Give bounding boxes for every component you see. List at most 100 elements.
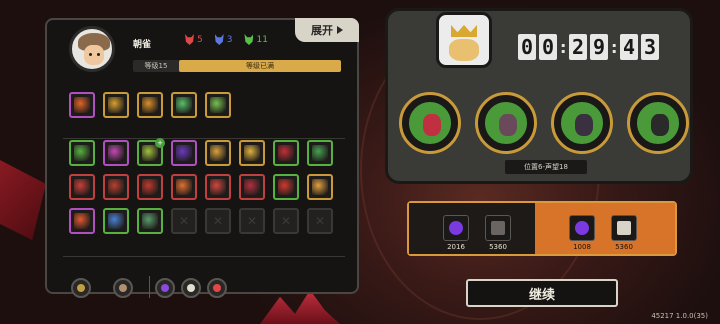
golden-claw-icon	[108, 97, 124, 113]
potion-icon[interactable]	[181, 278, 201, 298]
separator	[149, 276, 150, 298]
glasses-man-icon-face	[651, 114, 669, 136]
glasses-man-icon	[635, 100, 681, 146]
version-label: 45217 1.0.0(35)	[651, 312, 708, 320]
empty-slot[interactable]: ✕	[239, 208, 265, 234]
skill-slot[interactable]	[103, 140, 129, 166]
purple-cloak-icon	[176, 145, 192, 161]
empty-slot[interactable]: ✕	[273, 208, 299, 234]
skill-slot[interactable]	[205, 140, 231, 166]
stat-value: 3	[226, 34, 233, 45]
empty-slot-icon: ✕	[314, 214, 326, 228]
reward-options: 2016 5360 1008 5360	[407, 201, 677, 256]
red-warrior-icon	[142, 179, 158, 195]
timer-digit: 3	[641, 34, 659, 60]
timer-colon: :	[611, 37, 618, 57]
spark-burst-icon	[244, 145, 260, 161]
empty-slot-icon: ✕	[246, 214, 258, 228]
enemy-slot[interactable]	[475, 92, 537, 154]
position-label: 位置6-声望18	[505, 160, 587, 174]
fire-dash-icon	[74, 213, 90, 229]
red-mask-icon	[185, 34, 194, 45]
reward-value: 5360	[615, 243, 633, 251]
vortex-icon-glyph	[161, 284, 169, 292]
vortex-icon[interactable]	[155, 278, 175, 298]
empty-slot[interactable]: ✕	[205, 208, 231, 234]
reward-value: 2016	[447, 243, 465, 251]
relic-slot[interactable]	[103, 92, 129, 118]
fire-slash-icon	[176, 179, 192, 195]
insect-enemy-icon-face	[423, 114, 441, 136]
sun-fan-icon	[312, 179, 328, 195]
expand-button[interactable]: 展开	[295, 18, 359, 42]
flame-gauntlet-icon	[74, 97, 90, 113]
player-avatar[interactable]	[69, 26, 115, 72]
empty-slot-icon: ✕	[280, 214, 292, 228]
crown-icon	[451, 25, 477, 37]
relic-slot[interactable]	[69, 92, 95, 118]
skill-slot[interactable]	[137, 174, 163, 200]
green-blade-icon	[74, 145, 90, 161]
king-portrait-icon	[449, 39, 479, 61]
reward-option-right[interactable]: 1008 5360	[535, 203, 675, 254]
continue-button[interactable]: 继续	[466, 279, 618, 307]
boss-portrait[interactable]	[436, 12, 492, 68]
expand-label: 展开	[311, 24, 333, 37]
stat-value: 5	[197, 34, 203, 45]
target-ring-icon[interactable]	[71, 278, 91, 298]
skill-slot[interactable]	[69, 140, 95, 166]
relic-slot[interactable]	[205, 92, 231, 118]
skill-slot[interactable]	[273, 174, 299, 200]
relic-slot[interactable]	[137, 92, 163, 118]
skill-slot[interactable]	[103, 174, 129, 200]
skill-slot[interactable]	[239, 174, 265, 200]
crimson-claw-icon	[244, 179, 260, 195]
skill-slot[interactable]	[239, 140, 265, 166]
skill-slot[interactable]	[137, 208, 163, 234]
relic-slot[interactable]	[171, 92, 197, 118]
skill-slot[interactable]	[69, 174, 95, 200]
skill-slot[interactable]	[171, 174, 197, 200]
reward-item	[611, 215, 637, 241]
reward-option-left[interactable]: 2016 5360	[409, 203, 535, 254]
skill-slot[interactable]	[307, 140, 333, 166]
enemy-slot[interactable]	[399, 92, 461, 154]
skill-slot[interactable]	[205, 174, 231, 200]
player-stat: 5	[185, 34, 203, 45]
reward-value: 1008	[573, 243, 591, 251]
enemy-slot[interactable]	[627, 92, 689, 154]
green-staff-icon	[142, 145, 158, 161]
golden-fist-icon	[210, 145, 226, 161]
bomb-icon	[142, 97, 158, 113]
player-stat: 11	[244, 34, 268, 45]
timer-digit: 0	[539, 34, 557, 60]
green-swirl-icon	[210, 97, 226, 113]
timer-digit: 4	[620, 34, 638, 60]
reward-item	[569, 215, 595, 241]
skill-slot[interactable]: +	[137, 138, 165, 166]
player-name: 朝雀	[133, 40, 152, 50]
skill-slot[interactable]	[171, 140, 197, 166]
triple-blades-icon	[74, 179, 90, 195]
green-tree-icon	[176, 97, 192, 113]
purple-book-icon	[108, 145, 124, 161]
green-shrine-icon	[312, 145, 328, 161]
divider	[63, 138, 345, 139]
star-burst-icon[interactable]	[207, 278, 227, 298]
skill-slot[interactable]	[273, 140, 299, 166]
reward-item	[443, 215, 469, 241]
purple-orb-icon	[449, 221, 463, 235]
cloaked-figure-icon-face	[575, 114, 593, 136]
empty-slot[interactable]: ✕	[171, 208, 197, 234]
bird-spirit-icon	[142, 213, 158, 229]
enemy-slot[interactable]	[551, 92, 613, 154]
wand-icon[interactable]	[113, 278, 133, 298]
skill-slot[interactable]	[103, 208, 129, 234]
divider	[63, 256, 345, 257]
empty-slot[interactable]: ✕	[307, 208, 333, 234]
empty-slot-icon: ✕	[212, 214, 224, 228]
skill-slot[interactable]	[69, 208, 95, 234]
player-panel: 展开 朝雀 5 3 11 等级15 等级已满 + ✕ ✕ ✕ ✕ ✕	[45, 18, 359, 298]
skill-slot[interactable]	[307, 174, 333, 200]
red-sigil-icon	[278, 179, 294, 195]
